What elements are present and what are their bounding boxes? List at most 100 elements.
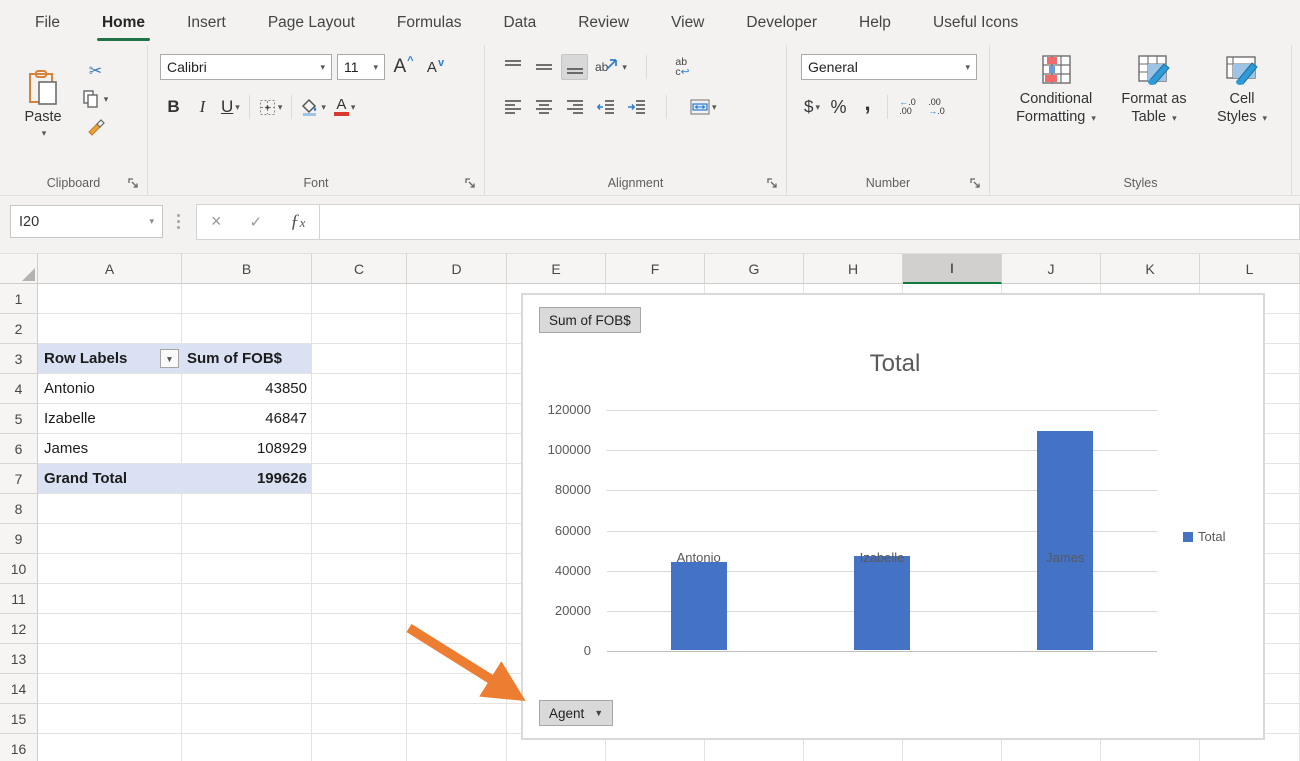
- cell-B13[interactable]: [182, 644, 312, 674]
- cell-B12[interactable]: [182, 614, 312, 644]
- row-header-7[interactable]: 7: [0, 464, 38, 494]
- cell-D13[interactable]: [407, 644, 507, 674]
- cancel-icon[interactable]: ×: [211, 211, 222, 232]
- chart-title[interactable]: Total: [523, 350, 1267, 378]
- clipboard-dialog-launcher[interactable]: [127, 177, 140, 190]
- cell-B2[interactable]: [182, 314, 312, 344]
- row-header-1[interactable]: 1: [0, 284, 38, 314]
- comma-style-button[interactable]: ,: [854, 94, 881, 120]
- cell-B14[interactable]: [182, 674, 312, 704]
- tab-developer[interactable]: Developer: [725, 0, 838, 45]
- cell-C3[interactable]: [312, 344, 407, 374]
- increase-indent-button[interactable]: [623, 94, 650, 120]
- cell-D9[interactable]: [407, 524, 507, 554]
- cell-A15[interactable]: [38, 704, 182, 734]
- name-box[interactable]: I20 ▾: [10, 205, 163, 238]
- chart-legend[interactable]: Total: [1183, 529, 1225, 544]
- align-right-button[interactable]: [561, 94, 588, 120]
- cell-C8[interactable]: [312, 494, 407, 524]
- cut-button[interactable]: ✂: [82, 58, 109, 84]
- cell-D16[interactable]: [407, 734, 507, 761]
- cell-styles-button[interactable]: CellStyles ▾: [1204, 54, 1280, 126]
- row-header-5[interactable]: 5: [0, 404, 38, 434]
- cell-C7[interactable]: [312, 464, 407, 494]
- paste-dropdown-arrow[interactable]: ▾: [42, 128, 47, 139]
- cell-C15[interactable]: [312, 704, 407, 734]
- tab-data[interactable]: Data: [482, 0, 557, 45]
- cell-C2[interactable]: [312, 314, 407, 344]
- chart-value-field-button[interactable]: Sum of FOB$: [539, 307, 641, 333]
- insert-function-icon[interactable]: ƒx: [290, 211, 305, 233]
- accounting-dropdown-arrow[interactable]: ▾: [815, 102, 820, 113]
- font-name-select[interactable]: Calibri ▾: [160, 54, 332, 80]
- row-header-16[interactable]: 16: [0, 734, 38, 761]
- cell-B16[interactable]: [182, 734, 312, 761]
- format-as-table-button[interactable]: Format asTable ▾: [1106, 54, 1202, 126]
- bar-james[interactable]: [1037, 431, 1093, 650]
- number-format-select[interactable]: General ▾: [801, 54, 977, 80]
- cell-A13[interactable]: [38, 644, 182, 674]
- paste-button[interactable]: Paste ▾: [14, 54, 72, 154]
- tab-review[interactable]: Review: [557, 0, 650, 45]
- chart-axis-field-button[interactable]: Agent ▼: [539, 700, 613, 726]
- formula-bar-resize-handle[interactable]: [177, 214, 180, 229]
- tab-help[interactable]: Help: [838, 0, 912, 45]
- formula-input[interactable]: [320, 204, 1300, 240]
- cell-A16[interactable]: [38, 734, 182, 761]
- tab-useful-icons[interactable]: Useful Icons: [912, 0, 1039, 45]
- column-header-L[interactable]: L: [1200, 254, 1300, 284]
- bar-izabelle[interactable]: [854, 556, 910, 650]
- cell-D8[interactable]: [407, 494, 507, 524]
- decrease-decimal-button[interactable]: .00→.0: [923, 94, 950, 120]
- merge-center-button[interactable]: ▾: [687, 94, 720, 120]
- decrease-font-size-button[interactable]: Av: [422, 54, 449, 80]
- tab-page-layout[interactable]: Page Layout: [247, 0, 376, 45]
- column-header-I[interactable]: I: [903, 254, 1002, 284]
- cell-D12[interactable]: [407, 614, 507, 644]
- cell-C16[interactable]: [312, 734, 407, 761]
- row-header-14[interactable]: 14: [0, 674, 38, 704]
- row-header-8[interactable]: 8: [0, 494, 38, 524]
- orientation-button[interactable]: ab ▾: [592, 54, 630, 80]
- underline-dropdown-arrow[interactable]: ▾: [235, 102, 240, 113]
- row-header-10[interactable]: 10: [0, 554, 38, 584]
- borders-dropdown-arrow[interactable]: ▾: [278, 102, 283, 113]
- row-header-2[interactable]: 2: [0, 314, 38, 344]
- underline-button[interactable]: U ▾: [218, 94, 243, 120]
- column-header-A[interactable]: A: [38, 254, 182, 284]
- pivot-header-sum-of-fob[interactable]: Sum of FOB$: [182, 344, 312, 374]
- row-header-11[interactable]: 11: [0, 584, 38, 614]
- merge-center-dropdown-arrow[interactable]: ▾: [712, 102, 717, 113]
- cell-B1[interactable]: [182, 284, 312, 314]
- cell-D10[interactable]: [407, 554, 507, 584]
- row-header-4[interactable]: 4: [0, 374, 38, 404]
- cell-A11[interactable]: [38, 584, 182, 614]
- pivot-row-izabelle[interactable]: Izabelle 46847: [38, 404, 312, 434]
- row-header-3[interactable]: 3: [0, 344, 38, 374]
- cell-A9[interactable]: [38, 524, 182, 554]
- tab-home[interactable]: Home: [81, 0, 166, 45]
- bar-antonio[interactable]: [671, 562, 727, 650]
- font-color-dropdown-arrow[interactable]: ▾: [351, 102, 356, 113]
- wrap-text-button[interactable]: abc↩: [669, 54, 696, 80]
- number-dialog-launcher[interactable]: [969, 177, 982, 190]
- cell-C14[interactable]: [312, 674, 407, 704]
- column-header-C[interactable]: C: [312, 254, 407, 284]
- column-header-B[interactable]: B: [182, 254, 312, 284]
- cell-A14[interactable]: [38, 674, 182, 704]
- tab-insert[interactable]: Insert: [166, 0, 247, 45]
- cell-A12[interactable]: [38, 614, 182, 644]
- cell-A8[interactable]: [38, 494, 182, 524]
- cell-D15[interactable]: [407, 704, 507, 734]
- column-header-J[interactable]: J: [1002, 254, 1101, 284]
- cell-B15[interactable]: [182, 704, 312, 734]
- cell-D1[interactable]: [407, 284, 507, 314]
- row-header-12[interactable]: 12: [0, 614, 38, 644]
- enter-icon[interactable]: ✓: [250, 213, 263, 231]
- row-header-13[interactable]: 13: [0, 644, 38, 674]
- cell-C4[interactable]: [312, 374, 407, 404]
- font-color-button[interactable]: A ▾: [331, 94, 359, 120]
- tab-view[interactable]: View: [650, 0, 725, 45]
- cell-D4[interactable]: [407, 374, 507, 404]
- cell-A10[interactable]: [38, 554, 182, 584]
